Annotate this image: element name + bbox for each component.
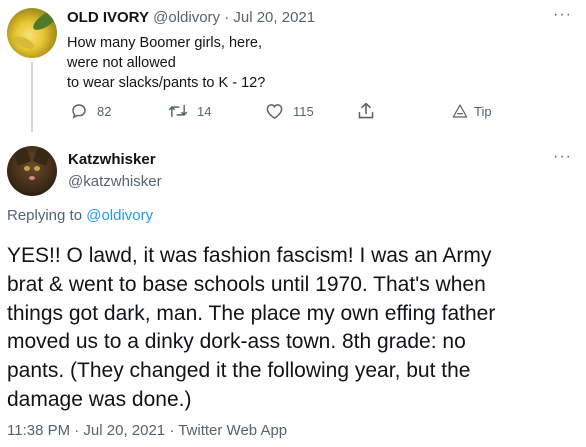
tweet-text-line: pants. (They changed it the following ye… xyxy=(7,359,471,383)
replying-prefix: Replying to xyxy=(7,207,87,224)
retweet-button[interactable]: 14 xyxy=(168,100,211,122)
tweet-timestamp[interactable]: 11:38 PM · Jul 20, 2021 · Twitter Web Ap… xyxy=(7,422,287,439)
avatar-eye-shape xyxy=(34,166,40,171)
more-icon[interactable]: ··· xyxy=(553,6,572,24)
more-icon[interactable]: ··· xyxy=(553,148,572,166)
tweet-text: How many Boomer girls, here, were not al… xyxy=(67,33,265,93)
like-count: 115 xyxy=(293,103,314,119)
user-handle[interactable]: @katzwhisker xyxy=(68,173,162,190)
tweet-actions: 82 14 115 Tip xyxy=(0,100,586,124)
avatar-ear-shape xyxy=(12,146,32,166)
retweet-count: 14 xyxy=(197,103,212,119)
tip-icon xyxy=(452,104,468,118)
avatar-nose-shape xyxy=(29,176,35,180)
avatar[interactable] xyxy=(7,8,57,58)
display-name[interactable]: OLD IVORY xyxy=(67,9,149,26)
display-name[interactable]: Katzwhisker xyxy=(68,151,156,168)
tweet-text: YES!! O lawd, it was fashion fascism! I … xyxy=(7,242,495,415)
tip-button[interactable]: Tip xyxy=(452,100,492,122)
tweet-text-line: moved us to a dinky dork-ass town. 8th g… xyxy=(7,330,466,354)
tweet-text-line: damage was done.) xyxy=(7,387,192,411)
tweet-text-line: to wear slacks/pants to K - 12? xyxy=(67,75,266,91)
avatar-ear-shape xyxy=(32,146,52,166)
like-button[interactable]: 115 xyxy=(265,100,314,122)
tweet-text-line: were not allowed xyxy=(67,55,176,71)
tweet-meta[interactable]: @oldivory · Jul 20, 2021 xyxy=(153,9,315,26)
comment-icon xyxy=(72,104,86,119)
replying-to-link[interactable]: @oldivory xyxy=(86,207,153,224)
tweet-text-line: things got dark, man. The place my own e… xyxy=(7,301,496,325)
replying-to: Replying to @oldivory xyxy=(7,207,153,224)
avatar[interactable] xyxy=(7,146,57,196)
retweet-icon xyxy=(168,104,188,118)
tweet-text-line: brat & went to base schools until 1970. … xyxy=(7,272,486,296)
avatar-eye-shape xyxy=(24,166,30,171)
reply-button[interactable]: 82 xyxy=(70,100,111,122)
reply-count: 82 xyxy=(97,103,112,119)
heart-icon xyxy=(266,104,283,120)
avatar-leaf-shape xyxy=(30,8,57,34)
avatar-petal-shape xyxy=(12,33,36,52)
tip-label: Tip xyxy=(474,103,492,119)
tweet-header: OLD IVORY @oldivory · Jul 20, 2021 xyxy=(67,9,315,26)
parent-tweet[interactable]: OLD IVORY @oldivory · Jul 20, 2021 ··· H… xyxy=(0,0,586,134)
share-icon xyxy=(358,102,374,119)
tweet-text-line: How many Boomer girls, here, xyxy=(67,35,263,51)
tweet-text-line: YES!! O lawd, it was fashion fascism! I … xyxy=(7,244,492,267)
share-button[interactable] xyxy=(357,100,375,122)
